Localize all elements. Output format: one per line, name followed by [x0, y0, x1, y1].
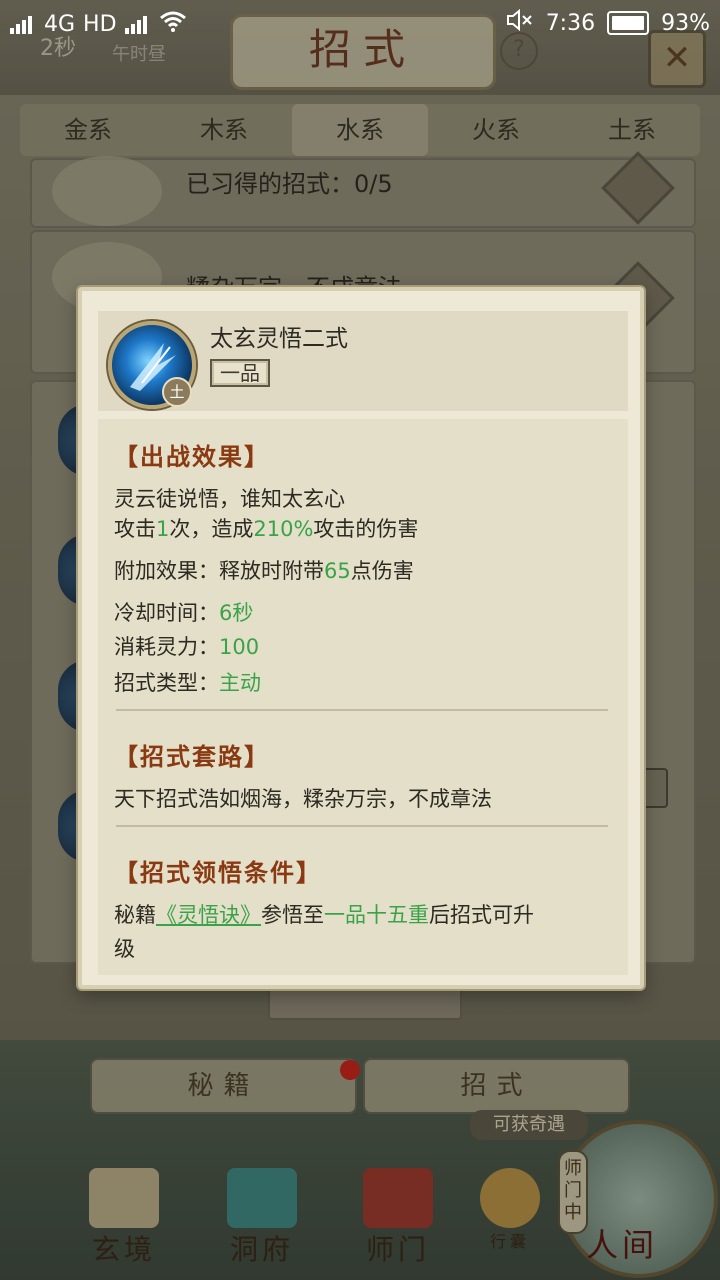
- network-type: 4G: [44, 11, 76, 37]
- extra-effect: 附加效果：释放时附带65点伤害: [114, 559, 414, 583]
- spirit-cost: 消耗灵力：100: [114, 635, 260, 659]
- battery-level: 93%: [661, 10, 710, 36]
- skill-name: 太玄灵悟二式: [210, 326, 348, 352]
- battle-effect-poem: 灵云徒说悟，谁知太玄心: [114, 487, 345, 511]
- skill-type: 招式类型：主动: [114, 671, 261, 695]
- battle-effect-title: 【出战效果】: [114, 442, 270, 471]
- signal-icon: [10, 14, 36, 34]
- battery-icon: [607, 11, 650, 35]
- skill-detail-popup[interactable]: 土 太玄灵悟二式 一品 【出战效果】 灵云徒说悟，谁知太玄心 攻击1次，造成21…: [78, 287, 644, 989]
- divider: [116, 709, 608, 711]
- cooldown: 冷却时间：6秒: [114, 601, 254, 625]
- condition-text: 秘籍《灵悟诀》参悟至一品十五重后招式可升: [114, 903, 534, 927]
- mute-icon: [506, 8, 534, 38]
- skill-header: 土 太玄灵悟二式 一品: [98, 311, 628, 411]
- wifi-icon: [159, 10, 187, 38]
- condition-text-line2: 级: [114, 937, 135, 961]
- condition-title: 【招式领悟条件】: [114, 858, 322, 887]
- status-bar: 4G HD 7:36 93%: [0, 0, 720, 48]
- hd-badge: HD: [83, 11, 117, 37]
- earth-element-icon: 土: [162, 377, 192, 407]
- skill-details: 【出战效果】 灵云徒说悟，谁知太玄心 攻击1次，造成210%攻击的伤害 附加效果…: [98, 419, 628, 975]
- clock: 7:36: [545, 10, 596, 36]
- routine-text: 天下招式浩如烟海，糅杂万宗，不成章法: [114, 787, 492, 811]
- battle-effect-damage: 攻击1次，造成210%攻击的伤害: [114, 517, 419, 541]
- divider: [116, 825, 608, 827]
- routine-title: 【招式套路】: [114, 742, 270, 771]
- signal-2-icon: [124, 14, 151, 34]
- rank-badge: 一品: [210, 359, 270, 387]
- manual-link[interactable]: 《灵悟诀》: [156, 903, 261, 927]
